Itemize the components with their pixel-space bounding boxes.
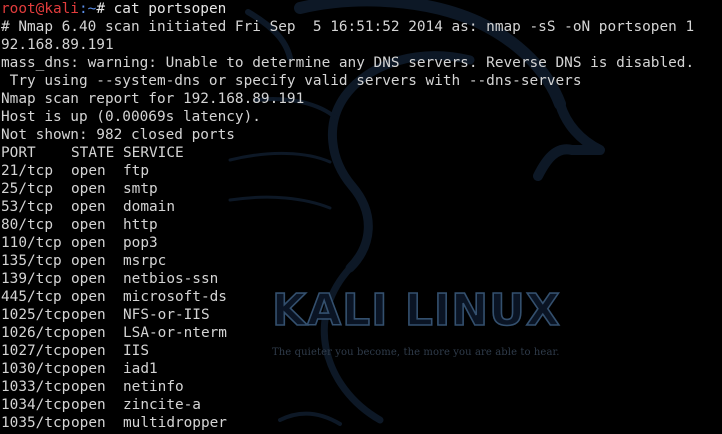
port-cell: 135/tcp (1, 253, 62, 269)
table-row: 1030/tcpopen iad1 (1, 360, 722, 378)
port-cell: 1035/tcp (1, 415, 71, 431)
service-cell: pop3 (123, 235, 158, 251)
scan-header-continuation: 92.168.89.191 (1, 37, 114, 53)
service-cell: msrpc (123, 253, 167, 269)
service-cell: microsoft-ds (123, 289, 227, 305)
service-column-header: SERVICE (123, 145, 184, 161)
port-cell: 25/tcp (1, 181, 53, 197)
port-cell: 445/tcp (1, 289, 62, 305)
state-cell: open (71, 217, 106, 233)
scan-header-line: # Nmap 6.40 scan initiated Fri Sep 5 16:… (1, 19, 695, 35)
state-cell: open (71, 415, 106, 431)
state-cell: open (71, 235, 106, 251)
port-column-header: PORT (1, 145, 36, 161)
service-cell: iad1 (123, 361, 158, 377)
port-cell: 1025/tcp (1, 307, 71, 323)
port-cell: 139/tcp (1, 271, 62, 287)
port-cell: 1034/tcp (1, 397, 71, 413)
state-cell: open (71, 397, 106, 413)
table-row: 139/tcp open netbios-ssn (1, 270, 722, 288)
service-cell: ftp (123, 163, 149, 179)
service-cell: netbios-ssn (123, 271, 219, 287)
port-cell: 110/tcp (1, 235, 62, 251)
state-cell: open (71, 271, 106, 287)
command-text: cat portsopen (113, 1, 227, 17)
table-row: 445/tcp open microsoft-ds (1, 288, 722, 306)
ports-table-header: PORT STATE SERVICE (1, 144, 722, 162)
state-cell: open (71, 253, 106, 269)
dns-hint-line: Try using --system-dns or specify valid … (1, 73, 582, 89)
ports-table-body: 21/tcp open ftp 25/tcp open smtp 53/tcp open dom… (1, 162, 722, 432)
state-cell: open (71, 325, 106, 341)
table-row: 1025/tcpopen NFS-or-IIS (1, 306, 722, 324)
service-cell: zincite-a (123, 397, 201, 413)
service-cell: smtp (123, 181, 158, 197)
host-up-line: Host is up (0.00069s latency). (1, 109, 261, 125)
state-cell: open (71, 289, 106, 305)
port-cell: 1030/tcp (1, 361, 71, 377)
prompt-path: :~ (78, 1, 97, 17)
port-cell: 80/tcp (1, 217, 53, 233)
state-cell: open (71, 199, 106, 215)
service-cell: multidropper (123, 415, 227, 431)
service-cell: netinfo (123, 379, 184, 395)
state-cell: open (71, 361, 106, 377)
port-cell: 1026/tcp (1, 325, 71, 341)
port-cell: 1033/tcp (1, 379, 71, 395)
prompt-line: root@kali:~# cat portsopen (1, 0, 722, 18)
service-cell: IIS (123, 343, 149, 359)
terminal-output[interactable]: root@kali:~# cat portsopen # Nmap 6.40 s… (1, 0, 722, 432)
port-cell: 53/tcp (1, 199, 53, 215)
terminal-window[interactable]: KALI LINUX The quieter you become, the m… (0, 0, 722, 434)
table-row: 135/tcp open msrpc (1, 252, 722, 270)
service-cell: http (123, 217, 158, 233)
table-row: 1026/tcpopen LSA-or-nterm (1, 324, 722, 342)
table-row: 1033/tcpopen netinfo (1, 378, 722, 396)
table-row: 25/tcp open smtp (1, 180, 722, 198)
port-cell: 1027/tcp (1, 343, 71, 359)
service-cell: NFS-or-IIS (123, 307, 210, 323)
scan-report-line: Nmap scan report for 192.168.89.191 (1, 91, 305, 107)
state-cell: open (71, 307, 106, 323)
state-cell: open (71, 379, 106, 395)
service-cell: LSA-or-nterm (123, 325, 227, 341)
table-row: 80/tcp open http (1, 216, 722, 234)
not-shown-line: Not shown: 982 closed ports (1, 127, 235, 143)
state-cell: open (71, 181, 106, 197)
prompt-symbol: # (96, 1, 114, 17)
table-row: 53/tcp open domain (1, 198, 722, 216)
service-cell: domain (123, 199, 175, 215)
state-column-header: STATE (71, 145, 115, 161)
table-row: 1034/tcpopen zincite-a (1, 396, 722, 414)
state-cell: open (71, 163, 106, 179)
dns-warning-line: mass_dns: warning: Unable to determine a… (1, 55, 695, 71)
port-cell: 21/tcp (1, 163, 53, 179)
table-row: 1027/tcpopen IIS (1, 342, 722, 360)
prompt-user: root@kali (1, 1, 79, 17)
table-row: 110/tcp open pop3 (1, 234, 722, 252)
table-row: 21/tcp open ftp (1, 162, 722, 180)
state-cell: open (71, 343, 106, 359)
table-row: 1035/tcpopen multidropper (1, 414, 722, 432)
